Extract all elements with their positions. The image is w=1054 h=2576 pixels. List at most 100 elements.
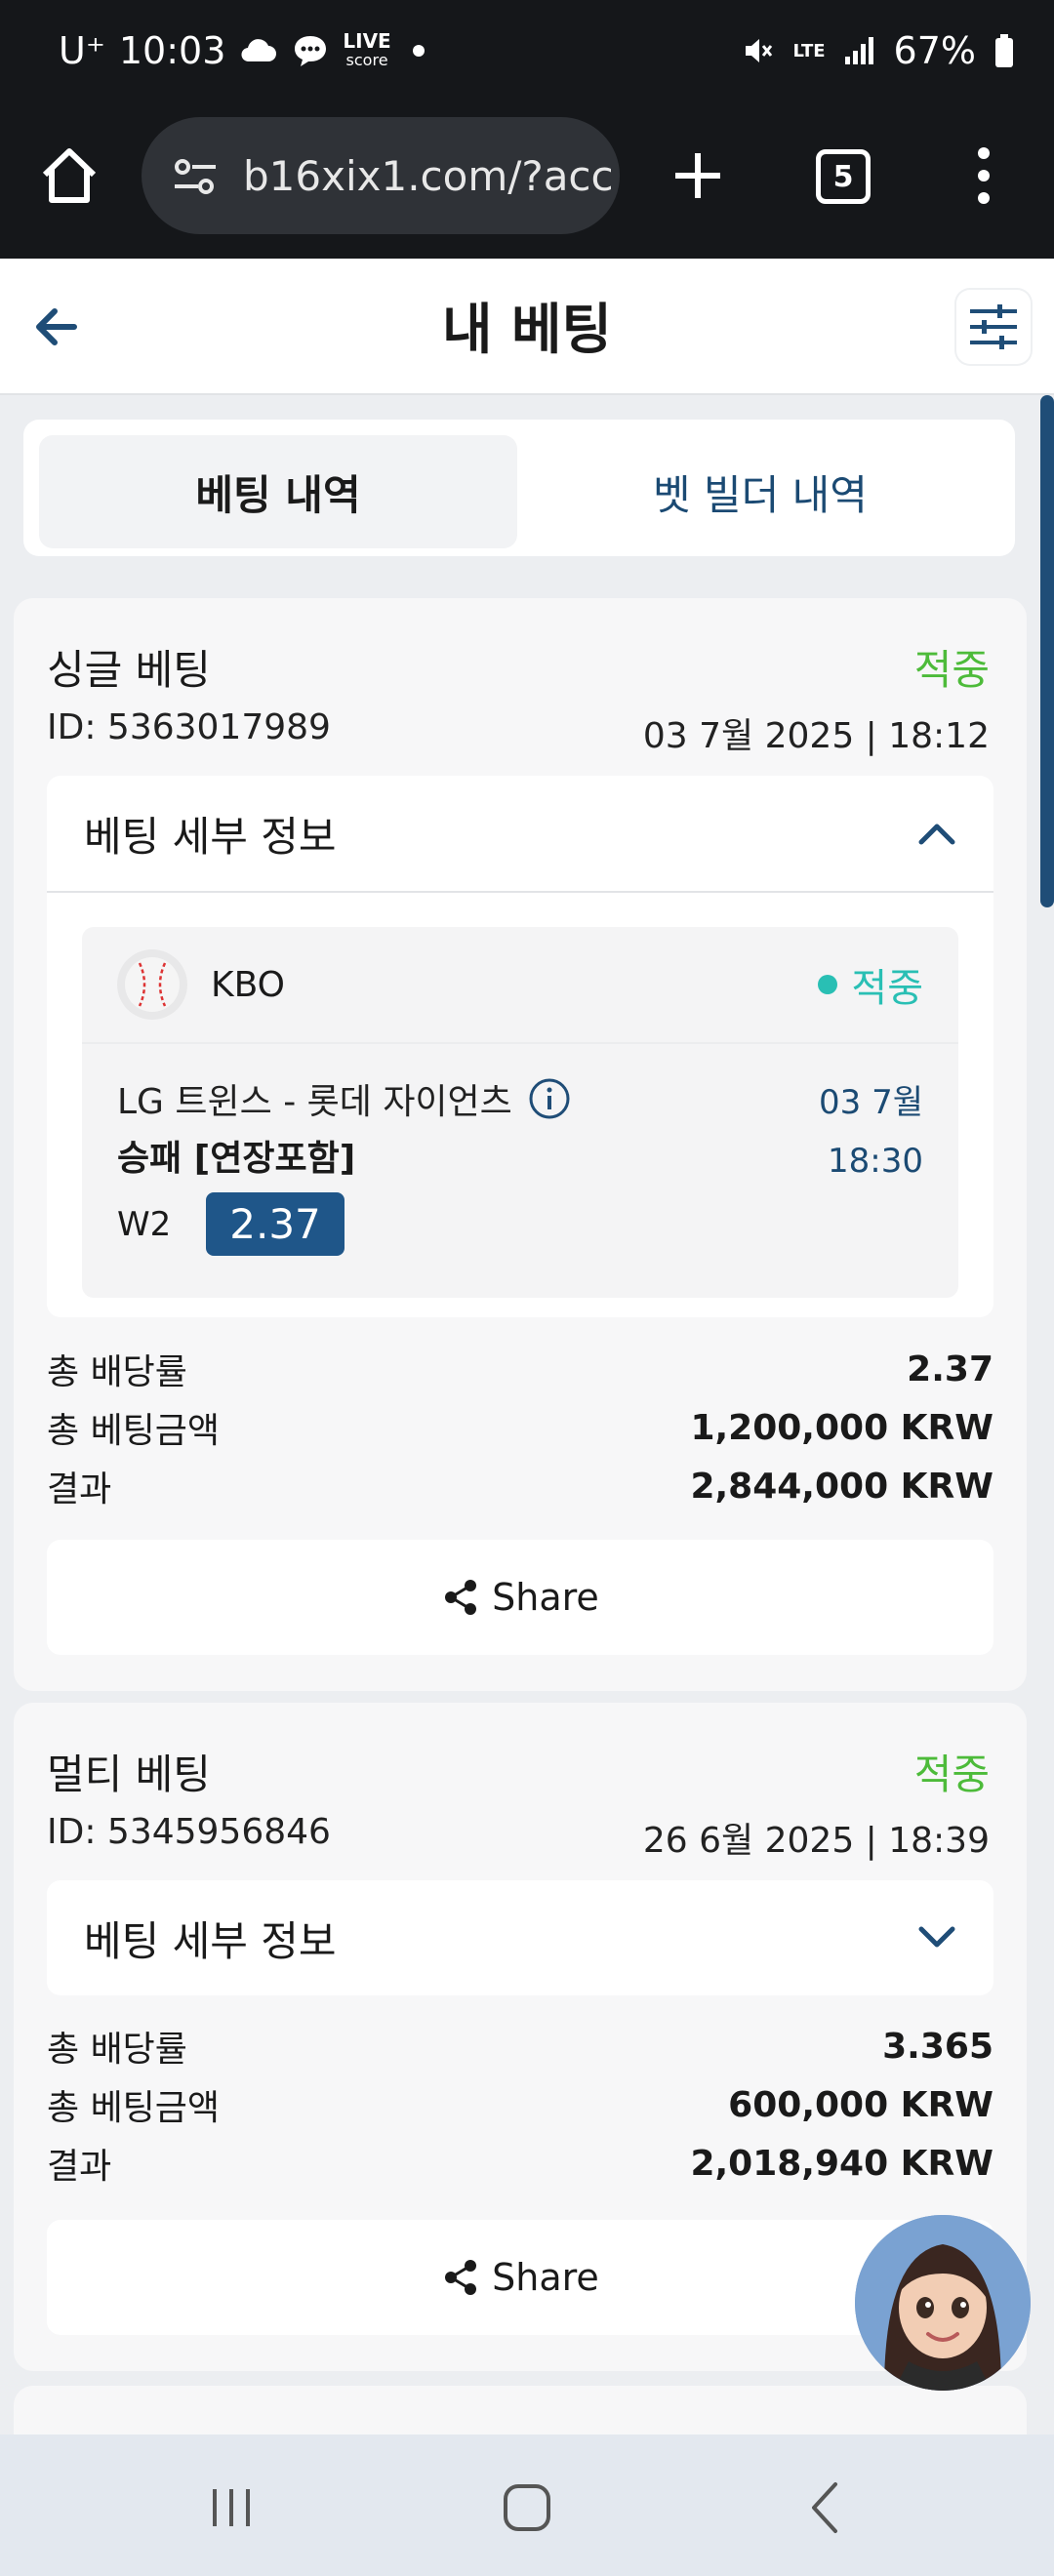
summary-row: 결과 2,018,940 KRW [47,2134,993,2193]
summary-label: 총 베팅금액 [47,1411,221,1451]
battery-icon [995,34,1013,67]
browser-toolbar: b16xix1.com/?acc 5 [0,112,1054,259]
baseball-icon [117,949,187,1020]
scrollbar-thumb[interactable] [1040,395,1054,907]
match-time: 18:30 [828,1142,923,1181]
filter-button[interactable] [956,290,1031,364]
summary-row: 결과 2,844,000 KRW [47,1457,993,1515]
clock: 10:03 [118,29,226,72]
carrier-label: U⁺ [59,29,105,72]
bet-id: ID: 5363017989 [47,707,331,747]
selection-status: 적중 [818,956,923,1013]
signal-icon [844,37,873,64]
live-badge-bottom: score [345,51,388,69]
status-dot-icon [818,975,838,994]
chat-bubble-icon [295,36,327,66]
app-header: 내 베팅 [0,259,1054,395]
tab-bet-builder-history[interactable]: 벳 빌더 내역 [521,435,999,548]
summary-label: 총 배당률 [47,1352,187,1392]
market-name: 승패 [연장포함] [117,1139,356,1179]
summary-label: 총 베팅금액 [47,2088,221,2128]
bet-details-panel: 베팅 세부 정보 [47,1880,993,1995]
summary-row: 총 베팅금액 1,200,000 KRW [47,1398,993,1457]
bet-details-panel: 베팅 세부 정보 KBO 적중 LG 트윈스 - 롯데 자이언츠 03 7월 1… [47,776,993,1317]
bet-summary: 총 배당률 3.365 총 베팅금액 600,000 KRW 결과 2,018,… [47,2017,993,2193]
share-icon [445,2260,477,2295]
summary-label: 결과 [47,1469,112,1509]
home-nav-icon[interactable] [483,2464,571,2552]
tab-bet-history[interactable]: 베팅 내역 [39,435,517,548]
summary-label: 총 배당률 [47,2030,187,2070]
battery-level: 67% [893,29,976,72]
avatar-face-icon [855,2215,1031,2391]
bet-date: 26 6월 2025 | 18:39 [642,1821,990,1861]
status-bar: U⁺ 10:03 LIVE score LTE 67% [0,0,1054,112]
bet-status: 적중 [913,646,990,694]
bet-status: 적중 [913,1751,990,1798]
phone-screen: U⁺ 10:03 LIVE score LTE 67% b16xix1.com/… [0,0,1054,2576]
summary-value: 3.365 [882,2026,993,2067]
bet-details-toggle[interactable]: 베팅 세부 정보 [47,776,993,891]
filter-sliders-icon [970,304,1017,349]
live-score-icon: LIVE score [343,29,391,69]
home-icon[interactable] [35,141,103,210]
share-icon [445,1580,477,1615]
selection-status-label: 적중 [851,966,923,1011]
summary-value: 2,844,000 KRW [690,1466,993,1507]
summary-row: 총 배당률 3.365 [47,2017,993,2075]
bet-summary: 총 배당률 2.37 총 베팅금액 1,200,000 KRW 결과 2,844… [47,1340,993,1515]
bet-date: 03 7월 2025 | 18:12 [642,716,990,756]
league: KBO [117,949,285,1020]
summary-value: 1,200,000 KRW [690,1407,993,1448]
chevron-down-icon [918,1926,955,1948]
bet-details-toggle[interactable]: 베팅 세부 정보 [47,1880,993,1995]
live-badge-top: LIVE [343,29,391,53]
bet-details-label: 베팅 세부 정보 [84,1916,337,1965]
network-type: LTE [792,40,826,61]
summary-value: 2.37 [907,1348,993,1389]
match-name: LG 트윈스 - 롯데 자이언츠 [117,1082,512,1122]
bet-id: ID: 5345956846 [47,1812,331,1852]
summary-value: 2,018,940 KRW [690,2143,993,2184]
tab-switcher-button[interactable]: 5 [816,149,871,204]
site-settings-icon[interactable] [171,151,220,200]
more-menu-icon[interactable] [956,141,1011,210]
summary-row: 총 베팅금액 600,000 KRW [47,2075,993,2134]
pick-label: W2 [117,1204,172,1244]
match-row: LG 트윈스 - 롯데 자이언츠 [117,1073,571,1124]
tab-count: 5 [832,159,854,194]
cloud-icon [241,39,277,62]
pick-row: W2 2.37 [117,1192,345,1256]
new-tab-icon[interactable] [664,141,732,210]
share-label: Share [492,2256,599,2299]
odds-badge: 2.37 [206,1192,345,1256]
match-date: 03 7월 [819,1083,923,1122]
selection-header: KBO 적중 [82,927,958,1044]
recent-apps-icon[interactable] [187,2464,275,2552]
league-name: KBO [211,964,286,1005]
system-navigation-bar [0,2435,1054,2576]
chevron-up-icon [918,824,955,845]
address-bar[interactable]: b16xix1.com/?acc [142,117,620,234]
assistant-avatar[interactable] [855,2215,1031,2391]
history-tabs: 베팅 내역 벳 빌더 내역 [23,420,1015,556]
back-nav-icon[interactable] [781,2464,869,2552]
bet-card: 싱글 베팅 적중 ID: 5363017989 03 7월 2025 | 18:… [14,598,1027,1691]
summary-row: 총 배당률 2.37 [47,1340,993,1398]
bet-details-label: 베팅 세부 정보 [84,812,337,861]
share-label: Share [492,1576,599,1619]
divider [47,891,993,893]
url-text: b16xix1.com/?acc [243,151,614,200]
status-left: U⁺ 10:03 LIVE score [59,29,425,72]
match-datetime: 03 7월 18:30 [819,1073,923,1190]
bet-type: 싱글 베팅 [47,646,211,694]
share-button[interactable]: Share [47,2220,993,2335]
page-title: 내 베팅 [441,299,613,362]
info-icon[interactable] [528,1077,571,1120]
bet-type: 멀티 베팅 [47,1751,211,1798]
summary-value: 600,000 KRW [728,2084,993,2125]
share-button[interactable]: Share [47,1540,993,1655]
summary-label: 결과 [47,2147,112,2187]
mute-icon [746,39,773,62]
notification-dot-icon [412,45,425,57]
